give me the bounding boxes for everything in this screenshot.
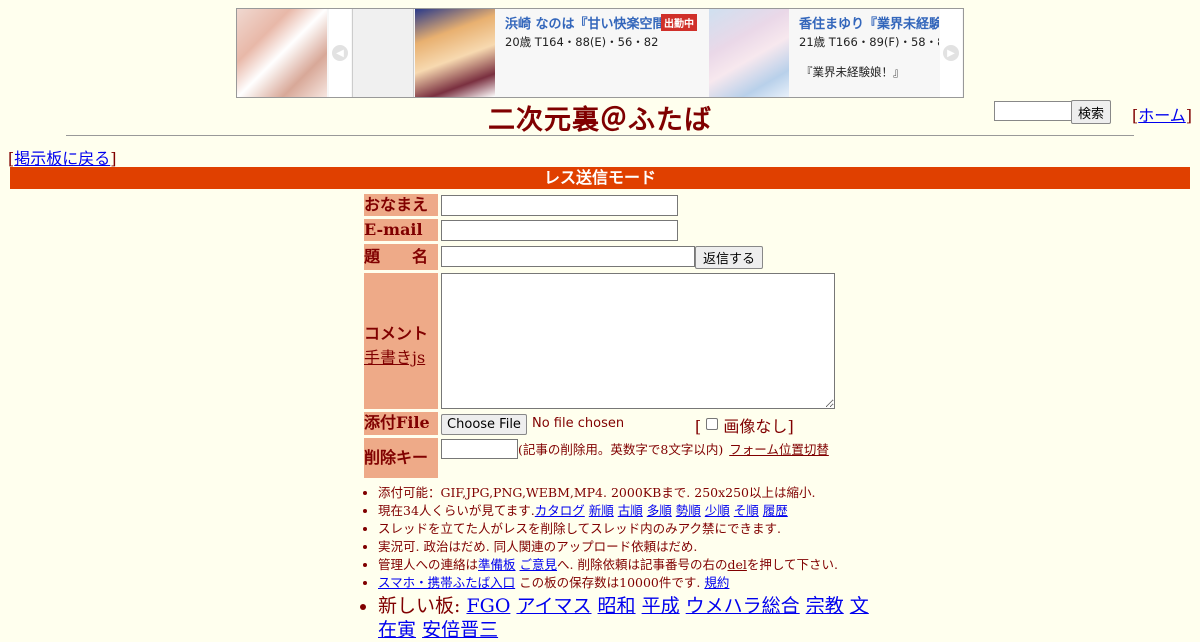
ad-banner[interactable]: ◀ 浜崎 なのは『甘い快楽空間 20歳 T164・88(E)・56・82 出勤中… xyxy=(236,8,964,98)
carousel-next-button[interactable]: ▶ xyxy=(940,9,962,97)
sort-new-link[interactable]: 新順 xyxy=(589,503,614,518)
form-position-toggle-link[interactable]: フォーム位置切替 xyxy=(729,442,829,457)
list-item: スレッドを立てた人がレスを削除してスレッド内のみアク禁にできます. xyxy=(378,520,878,538)
sort-few-link[interactable]: 少順 xyxy=(705,503,730,518)
back-to-board-link[interactable]: 掲示板に戻る xyxy=(14,149,110,168)
file-label: 添付File xyxy=(364,412,438,435)
subject-input[interactable] xyxy=(441,246,695,267)
list-item: 添付可能：GIF,JPG,PNG,WEBM,MP4. 2000KBまで. 250… xyxy=(378,484,878,502)
delete-key-note-wrapper: (記事の削除用。英数字で8文字以内) フォーム位置切替 xyxy=(441,441,836,459)
name-input[interactable] xyxy=(441,195,678,216)
sort-momentum-link[interactable]: 勢順 xyxy=(676,503,701,518)
rules-link[interactable]: 規約 xyxy=(704,575,729,590)
ad-item-2[interactable]: 香住まゆり『業界未経験 21歳 T166・89(F)・58・89 『業界未経験娘… xyxy=(799,13,939,80)
new-boards-item: 新しい板: FGO アイマス 昭和 平成 ウメハラ総合 宗教 文在寅 安倍晋三 xyxy=(378,594,878,642)
no-image-option: [ 画像なし] xyxy=(695,417,794,436)
board-link-umehara[interactable]: ウメハラ総合 xyxy=(686,595,800,617)
ad-info-1: 20歳 T164・88(E)・56・82 xyxy=(505,35,659,49)
board-link-fgo[interactable]: FGO xyxy=(466,595,510,617)
ad-info-2: 21歳 T166・89(F)・58・89 xyxy=(799,35,939,49)
mobile-entrance-link[interactable]: スマホ・携帯ふたば入口 xyxy=(378,575,515,590)
email-input[interactable] xyxy=(441,220,678,241)
prep-board-link[interactable]: 準備板 xyxy=(478,557,516,572)
delete-key-label: 削除キー xyxy=(364,438,438,478)
search-button[interactable]: 検索 xyxy=(1071,100,1112,124)
home-link-wrapper: [ホーム] xyxy=(1132,106,1193,125)
name-label: おなまえ xyxy=(364,194,438,216)
chevron-right-icon: ▶ xyxy=(943,45,959,61)
ad-name-2[interactable]: 香住まゆり『業界未経験 xyxy=(799,13,939,32)
comment-label: コメント 手書きjs xyxy=(364,273,438,409)
choose-file-button[interactable]: Choose File xyxy=(441,414,527,435)
ad-thumbnail-1[interactable] xyxy=(237,9,327,97)
feedback-link[interactable]: ご意見 xyxy=(520,557,558,572)
sort-old-link[interactable]: 古順 xyxy=(618,503,643,518)
sort-so-link[interactable]: そ順 xyxy=(734,503,759,518)
board-link-imas[interactable]: アイマス xyxy=(516,595,591,617)
board-link-religion[interactable]: 宗教 xyxy=(806,595,844,617)
list-item: スマホ・携帯ふたば入口 この板の保存数は10000件です. 規約 xyxy=(378,574,878,592)
sort-many-link[interactable]: 多順 xyxy=(647,503,672,518)
handwrite-js-link[interactable]: 手書きjs xyxy=(364,344,438,368)
ad-thumbnail-2[interactable] xyxy=(415,9,495,97)
del-link[interactable]: del xyxy=(727,557,746,572)
list-item: 実況可. 政治はだめ. 同人関連のアップロード依頼はだめ. xyxy=(378,538,878,556)
delete-key-note: (記事の削除用。英数字で8文字以内) xyxy=(518,442,724,457)
no-image-checkbox[interactable] xyxy=(706,418,719,430)
board-link-heisei[interactable]: 平成 xyxy=(642,595,680,617)
back-link-wrapper: [掲示板に戻る] xyxy=(8,149,117,168)
ad-thumbnail-3[interactable] xyxy=(709,9,789,97)
list-item: 管理人への連絡は準備板 ご意見へ. 削除依頼は記事番号の右のdelを押して下さい… xyxy=(378,556,878,574)
subject-label: 題 名 xyxy=(364,244,438,270)
comment-textarea[interactable] xyxy=(441,273,835,409)
file-status-text: No file chosen xyxy=(532,416,625,431)
ad-comment-2: 『業界未経験娘！』 xyxy=(801,65,905,79)
status-badge: 出勤中 xyxy=(661,14,697,31)
board-link-showa[interactable]: 昭和 xyxy=(598,595,636,617)
search-input[interactable] xyxy=(994,101,1074,121)
list-item: 現在34人くらいが見てます.カタログ 新順 古順 多順 勢順 少順 そ順 履歴 xyxy=(378,502,878,520)
carousel-prev-button[interactable]: ◀ xyxy=(329,9,351,97)
submit-reply-button[interactable]: 返信する xyxy=(695,246,763,269)
home-link[interactable]: ホーム xyxy=(1138,106,1186,125)
chevron-left-icon: ◀ xyxy=(332,45,348,61)
divider xyxy=(66,135,1134,136)
board-link-abe[interactable]: 安倍晋三 xyxy=(422,619,498,641)
history-link[interactable]: 履歴 xyxy=(763,503,788,518)
catalog-link[interactable]: カタログ xyxy=(535,503,585,518)
email-label: E-mail xyxy=(364,219,438,241)
ad-blank-slot xyxy=(352,9,414,97)
notes-list: 添付可能：GIF,JPG,PNG,WEBM,MP4. 2000KBまで. 250… xyxy=(364,484,878,642)
reply-mode-bar: レス送信モード xyxy=(10,167,1190,189)
